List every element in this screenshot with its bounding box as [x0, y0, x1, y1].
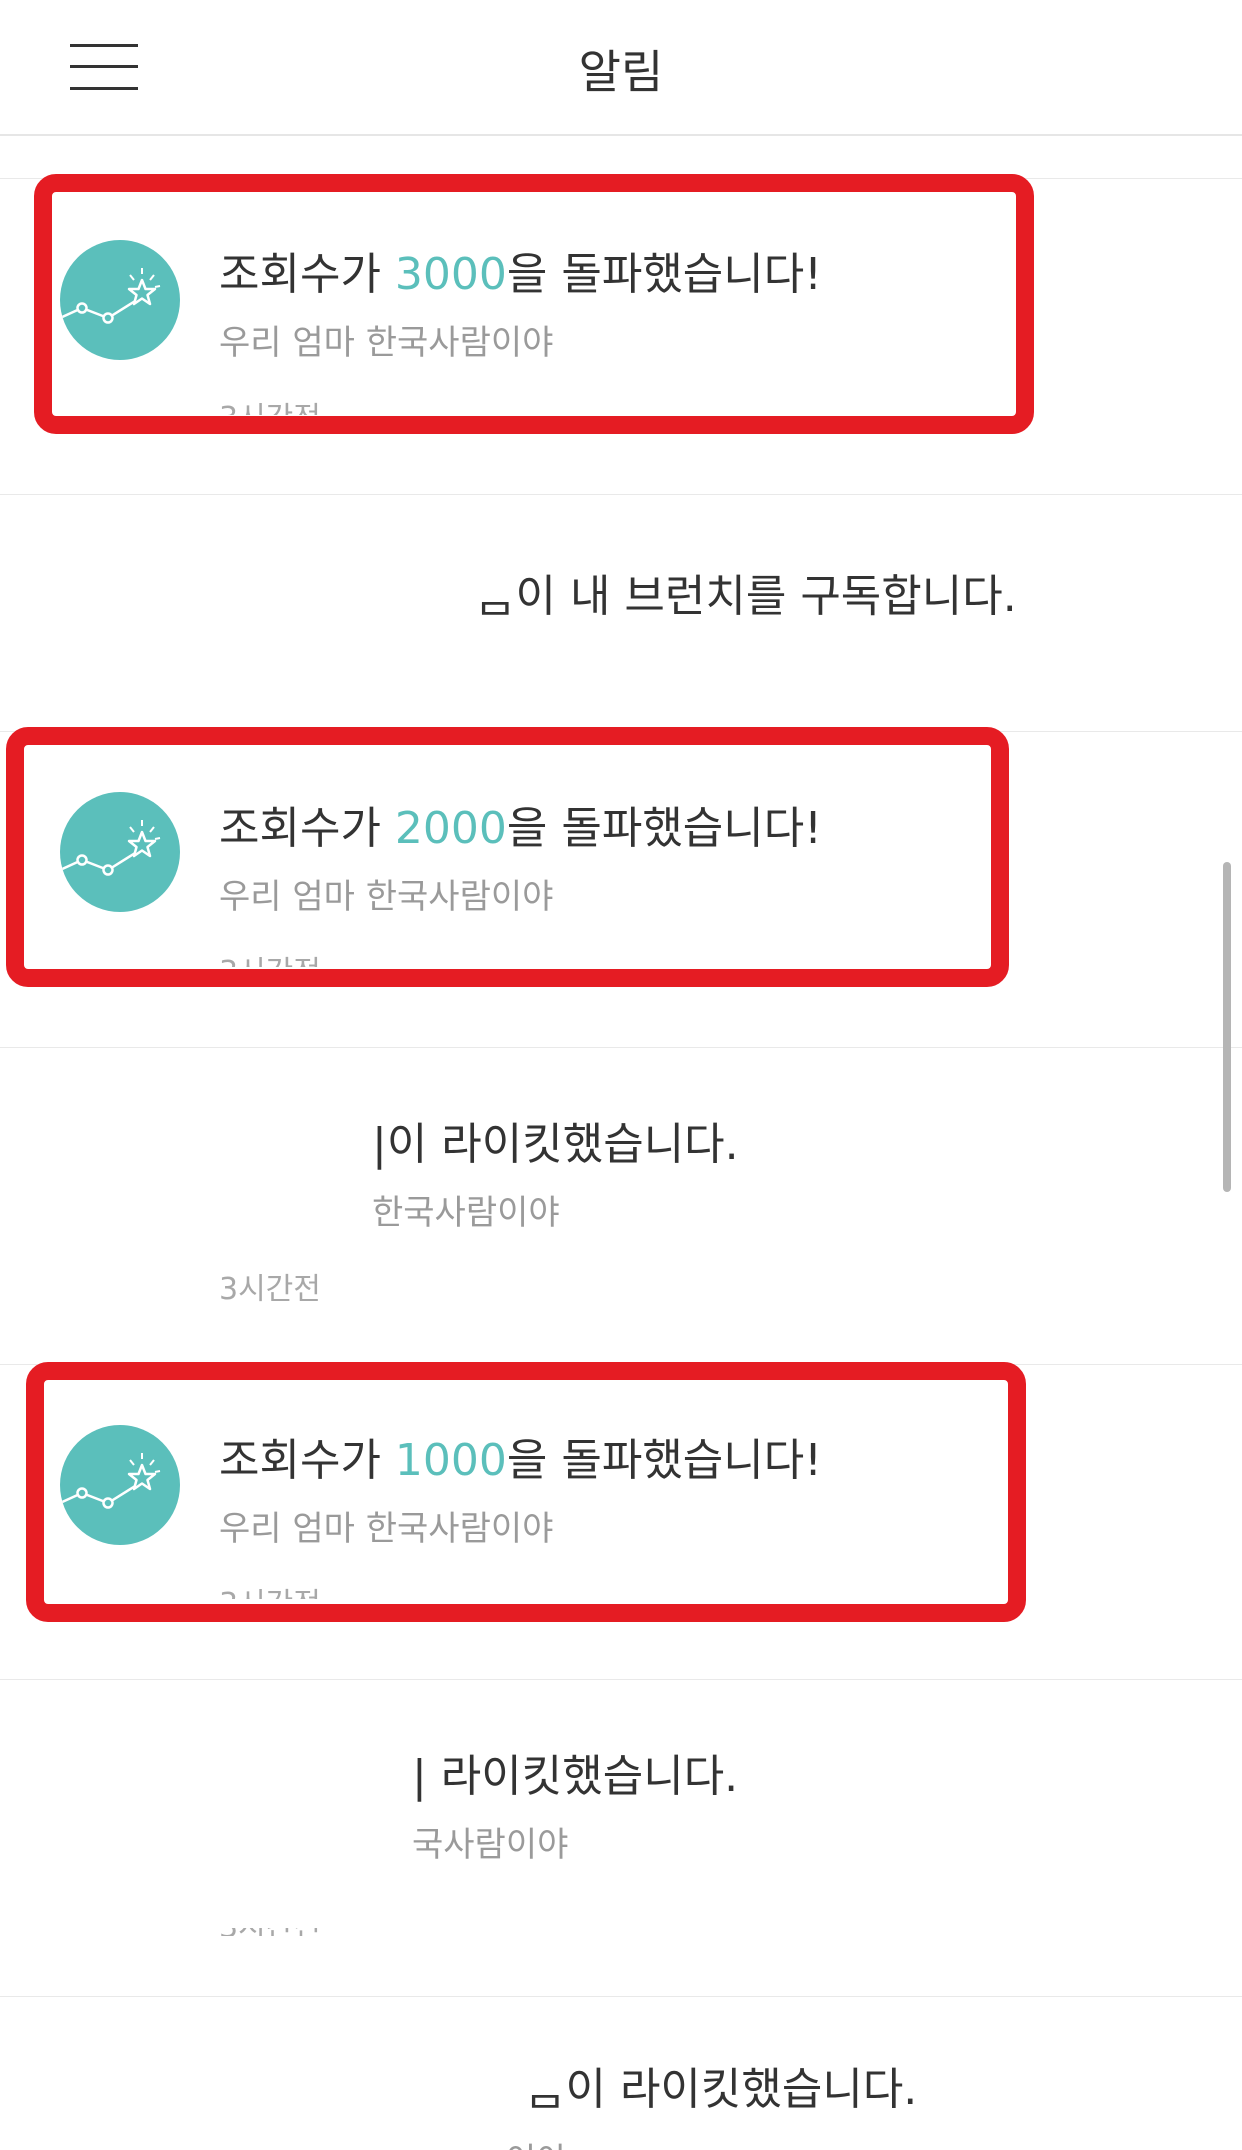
notification-title: | 라이킷했습니다. [412, 1751, 739, 1802]
notification-time: 3시간전 [219, 1272, 321, 1307]
notification-item-like[interactable]: |이 라이킷했습니다. 한국사람이야 3시간전 [0, 1048, 1242, 1364]
highlight-box [6, 727, 1009, 987]
highlight-box [34, 174, 1034, 434]
scrollbar[interactable] [1223, 862, 1231, 1192]
notification-time-clip: 3시간전 [219, 1928, 369, 1936]
notification-subtitle: 국사람이야 [412, 1825, 569, 1865]
notification-subtitle-clip: 이야 [505, 2133, 705, 2150]
notification-title: ᆷ이 라이킷했습니다. [525, 2064, 918, 2115]
notification-subtitle: 한국사람이야 [372, 1193, 560, 1233]
notification-item-subscribe[interactable]: ᆷ이 내 브런치를 구독합니다. [0, 495, 1242, 731]
app-header: 알림 [0, 0, 1242, 136]
notification-item-like[interactable]: | 라이킷했습니다. 국사람이야 3시간전 [0, 1680, 1242, 1996]
highlight-box [26, 1362, 1026, 1622]
notification-title: |이 라이킷했습니다. [372, 1119, 739, 1170]
notification-subtitle: 이야 [505, 2133, 568, 2150]
notification-time: 3시간전 [219, 1928, 321, 1936]
page-title: 알림 [578, 45, 664, 99]
notification-item-like[interactable]: ᆷ이 라이킷했습니다. 이야 [0, 1997, 1242, 2150]
notification-title: ᆷ이 내 브런치를 구독합니다. [475, 571, 1017, 622]
